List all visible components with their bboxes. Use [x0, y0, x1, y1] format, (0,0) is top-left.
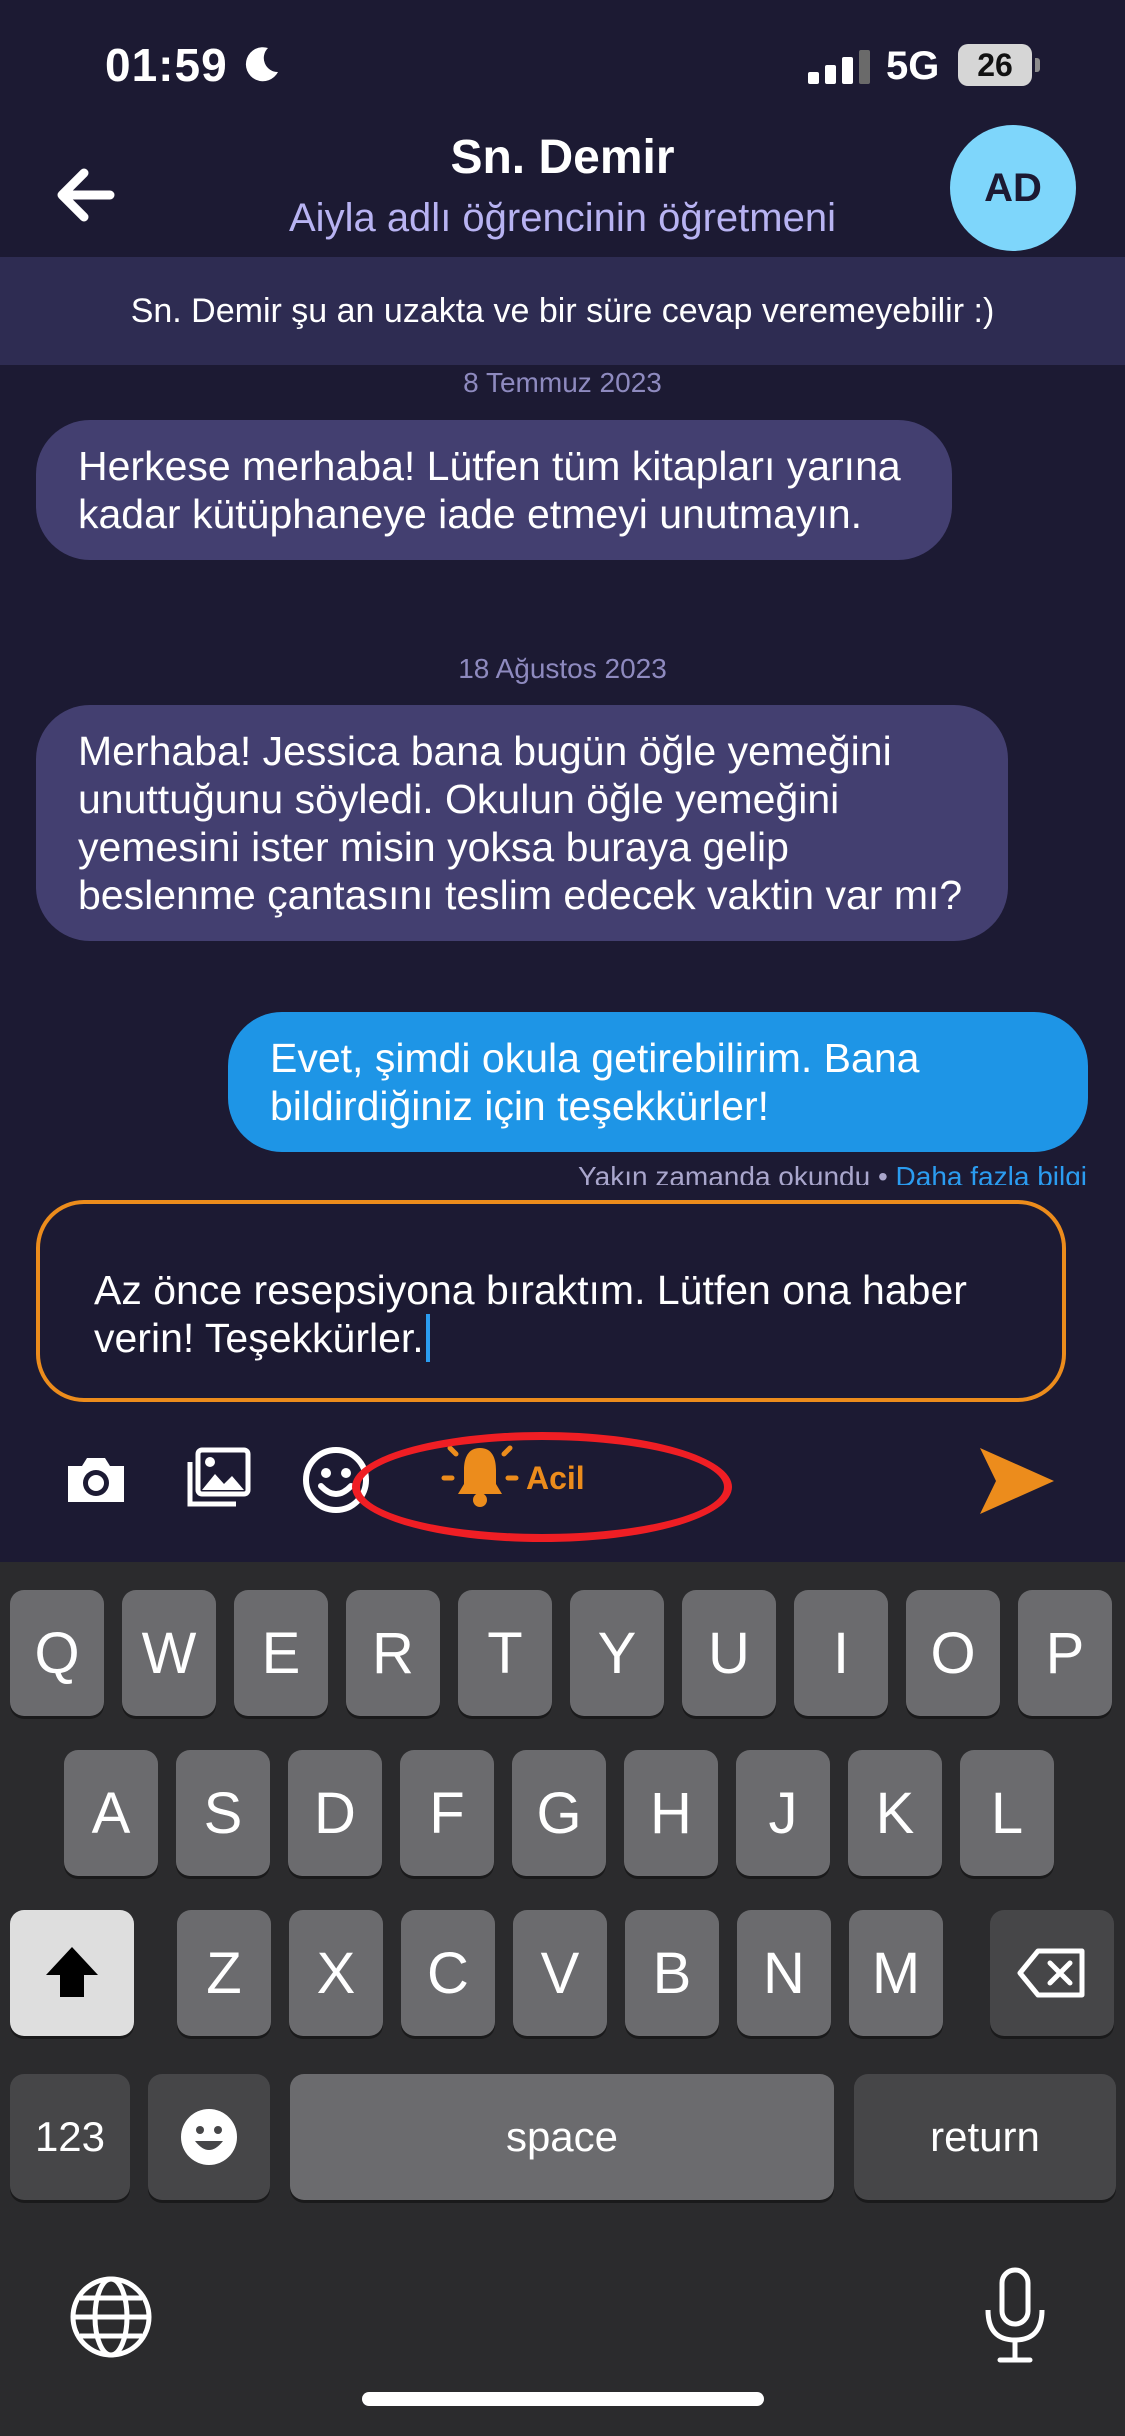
key-x[interactable]: X: [289, 1910, 383, 2036]
moon-icon: [245, 47, 278, 82]
message-bubble-outgoing[interactable]: Evet, şimdi okula getirebilirim. Bana bi…: [228, 1012, 1088, 1152]
microphone-icon[interactable]: [980, 2266, 1050, 2366]
key-y[interactable]: Y: [570, 1590, 664, 1716]
key-t[interactable]: T: [458, 1590, 552, 1716]
key-i[interactable]: I: [794, 1590, 888, 1716]
globe-icon[interactable]: [68, 2274, 154, 2360]
date-separator: 18 Ağustos 2023: [458, 653, 667, 684]
composer-toolbar: Acil: [0, 1420, 1125, 1542]
status-time: 01:59: [105, 39, 228, 91]
message-bubble-incoming[interactable]: Herkese merhaba! Lütfen tüm kitapları ya…: [36, 420, 952, 560]
emoji-keyboard-key[interactable]: [148, 2074, 270, 2200]
key-z[interactable]: Z: [177, 1910, 271, 2036]
key-v[interactable]: V: [513, 1910, 607, 2036]
key-w[interactable]: W: [122, 1590, 216, 1716]
message-bubble-incoming[interactable]: Merhaba! Jessica bana bugün öğle yemeğin…: [36, 705, 1008, 941]
backspace-key[interactable]: [990, 1910, 1114, 2036]
key-m[interactable]: M: [849, 1910, 943, 2036]
key-g[interactable]: G: [512, 1750, 606, 1876]
key-r[interactable]: R: [346, 1590, 440, 1716]
home-indicator: [362, 2392, 764, 2406]
avatar[interactable]: AD: [950, 125, 1076, 251]
away-banner: Sn. Demir şu an uzakta ve bir süre cevap…: [0, 257, 1125, 365]
shift-arrow-icon: [46, 1947, 98, 1997]
read-status-text: Yakın zamanda okundu: [578, 1161, 871, 1185]
return-key[interactable]: return: [854, 2074, 1116, 2200]
key-h[interactable]: H: [624, 1750, 718, 1876]
camera-icon[interactable]: [60, 1444, 132, 1516]
key-a[interactable]: A: [64, 1750, 158, 1876]
key-k[interactable]: K: [848, 1750, 942, 1876]
battery-indicator: 26: [958, 44, 1040, 86]
battery-tip: [1035, 58, 1040, 72]
text-caret: [425, 1314, 430, 1362]
backspace-icon: [1017, 1948, 1085, 1998]
gallery-icon[interactable]: [182, 1442, 254, 1514]
key-j[interactable]: J: [736, 1750, 830, 1876]
key-l[interactable]: L: [960, 1750, 1054, 1876]
status-bar: 01:59 5G 26: [0, 0, 1125, 130]
return-key-label: return: [930, 2113, 1040, 2160]
key-s[interactable]: S: [176, 1750, 270, 1876]
key-c[interactable]: C: [401, 1910, 495, 2036]
message-input-text[interactable]: Az önce resepsiyona bıraktım. Lütfen ona…: [94, 1266, 1024, 1362]
message-list[interactable]: 8 Temmuz 2023 Herkese merhaba! Lütfen tü…: [0, 365, 1125, 1185]
signal-icon: [808, 50, 870, 84]
key-o[interactable]: O: [906, 1590, 1000, 1716]
space-key[interactable]: space: [290, 2074, 834, 2200]
key-f[interactable]: F: [400, 1750, 494, 1876]
highlight-annotation: [352, 1432, 732, 1542]
battery-level: 26: [958, 44, 1032, 86]
space-key-label: space: [505, 2113, 619, 2160]
key-b[interactable]: B: [625, 1910, 719, 2036]
send-icon[interactable]: [976, 1440, 1058, 1522]
key-p[interactable]: P: [1018, 1590, 1112, 1716]
key-q[interactable]: Q: [10, 1590, 104, 1716]
numbers-key-label: 123: [34, 2113, 106, 2160]
message-input[interactable]: Az önce resepsiyona bıraktım. Lütfen ona…: [36, 1200, 1066, 1402]
keyboard: QWERTYUIOP ASDFGHJKL ZXCVBNM 123 space r…: [0, 1562, 1125, 2436]
shift-key[interactable]: [10, 1910, 134, 2036]
more-info-link[interactable]: Daha fazla bilgi: [896, 1161, 1087, 1185]
message-input-value: Az önce resepsiyona bıraktım. Lütfen ona…: [94, 1267, 967, 1361]
emoji-keyboard-icon: [181, 2109, 237, 2165]
read-status-separator: •: [877, 1161, 888, 1185]
network-label: 5G: [886, 44, 940, 88]
key-e[interactable]: E: [234, 1590, 328, 1716]
key-u[interactable]: U: [682, 1590, 776, 1716]
key-n[interactable]: N: [737, 1910, 831, 2036]
read-status: Yakın zamanda okundu • Daha fazla bilgi: [578, 1161, 1087, 1185]
chat-header: Sn. Demir Aiyla adlı öğrencinin öğretmen…: [0, 120, 1125, 255]
key-d[interactable]: D: [288, 1750, 382, 1876]
date-separator: 8 Temmuz 2023: [463, 367, 662, 398]
numbers-key[interactable]: 123: [10, 2074, 130, 2200]
